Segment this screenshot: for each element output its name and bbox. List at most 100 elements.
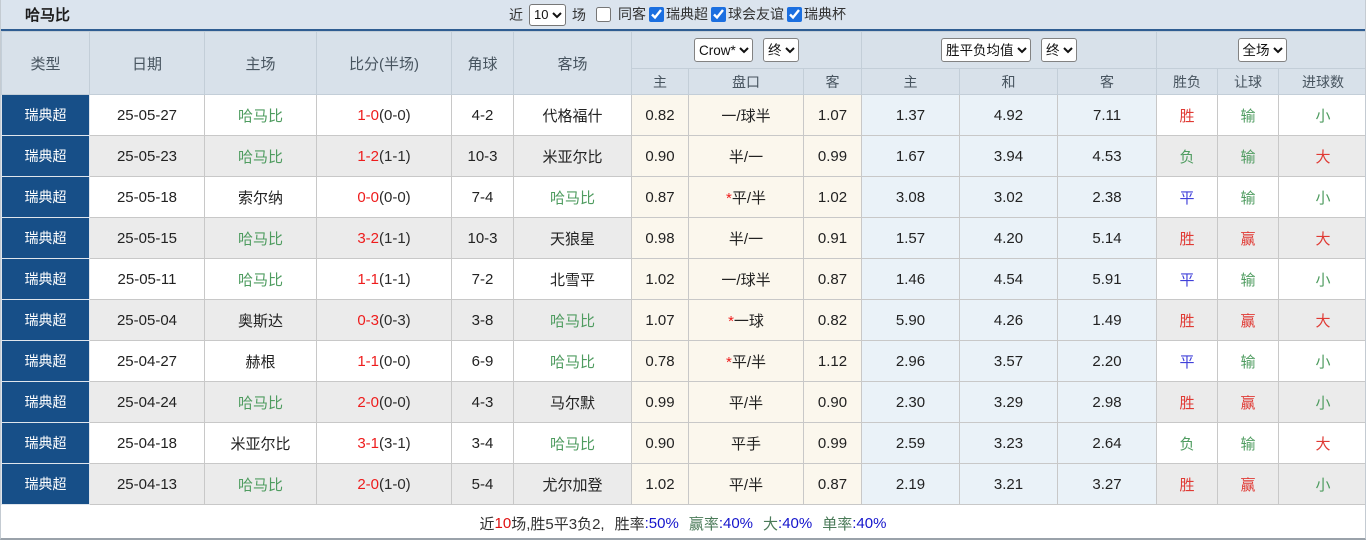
odds-home-cell: 1.02: [631, 463, 689, 505]
odds-home-cell: 1.02: [631, 258, 689, 300]
footer-segment: 大: [763, 515, 779, 533]
date-cell: 25-05-23: [89, 135, 205, 177]
date-cell: 25-05-04: [89, 299, 205, 341]
handicap-result-cell: 赢: [1217, 463, 1280, 505]
filter-checkbox[interactable]: [649, 6, 664, 22]
col-header-date: 日期: [89, 31, 205, 95]
handicap-result-cell: 赢: [1217, 217, 1280, 259]
filter-checkbox[interactable]: [711, 6, 726, 22]
result-cell: 平: [1156, 258, 1219, 300]
handicap-cell: 半/一: [688, 217, 804, 259]
away-team-cell: 代格福什: [513, 94, 632, 136]
filter-checkbox-label: 同客: [618, 6, 646, 23]
score-cell: 0-0(0-0): [316, 176, 452, 218]
mean-home-cell: 1.67: [861, 135, 961, 177]
footer-segment: 场,胜5平3负2,: [511, 515, 605, 533]
subcol-odds-home: 主: [631, 68, 689, 95]
goals-cell: 小: [1278, 176, 1365, 218]
mean-home-cell: 3.08: [861, 176, 961, 218]
corners-cell: 4-2: [451, 94, 514, 136]
result-cell: 胜: [1156, 463, 1219, 505]
odds-away-cell: 0.82: [802, 299, 863, 341]
odds-home-cell: 1.07: [631, 299, 689, 341]
matches-label: 场: [572, 6, 586, 23]
result-cell: 平: [1156, 340, 1219, 382]
home-team-cell: 哈马比: [204, 381, 317, 423]
odds-home-cell: 0.98: [631, 217, 689, 259]
odds-away-cell: 0.87: [802, 463, 863, 505]
recent-count-select[interactable]: 10: [529, 3, 566, 26]
odds-home-cell: 0.90: [631, 422, 689, 464]
summary-footer: 近 10 场,胜5平3负2, 胜率:50% 赢率:40% 大:40% 单率:40%: [1, 505, 1365, 538]
league-cell: 瑞典超: [1, 217, 90, 259]
footer-segment: 近: [479, 515, 495, 533]
footer-segment: 赢率: [688, 515, 719, 533]
filter-checkbox[interactable]: [787, 6, 802, 22]
odds-time-select[interactable]: 终: [763, 38, 800, 62]
goals-cell: 小: [1278, 463, 1365, 505]
filter-checkbox[interactable]: [596, 6, 611, 22]
corners-cell: 7-4: [451, 176, 514, 218]
handicap-result-cell: 赢: [1217, 381, 1280, 423]
home-team-cell: 哈马比: [204, 258, 317, 300]
goals-cell: 小: [1278, 381, 1365, 423]
page-title: 哈马比: [25, 7, 71, 24]
league-cell: 瑞典超: [1, 94, 90, 136]
subcol-result: 胜负: [1156, 68, 1219, 95]
handicap-cell: 一/球半: [688, 94, 804, 136]
home-team-cell: 米亚尔比: [204, 422, 317, 464]
filter-checkbox-item: 瑞典超: [649, 4, 708, 24]
goals-cell: 大: [1278, 217, 1365, 259]
table-row: 瑞典超 25-05-04 奥斯达 0-3(0-3) 3-8 哈马比 1.07 *一球 0.82 5…: [1, 299, 1365, 341]
league-cell: 瑞典超: [1, 258, 90, 300]
date-cell: 25-05-15: [89, 217, 205, 259]
odds-group-header: Crow* 终: [630, 31, 863, 69]
league-cell: 瑞典超: [1, 463, 90, 505]
mean-type-select[interactable]: 胜平负均值: [941, 38, 1032, 62]
mean-home-cell: 1.57: [861, 217, 961, 259]
table-row: 瑞典超 25-04-18 米亚尔比 3-1(3-1) 3-4 哈马比 0.90 平手 0.99 2…: [1, 422, 1365, 464]
goals-cell: 大: [1278, 135, 1365, 177]
odds-company-select[interactable]: Crow*: [694, 38, 754, 62]
mean-away-cell: 2.20: [1057, 340, 1158, 382]
mean-time-select[interactable]: 终: [1041, 38, 1078, 62]
mean-draw-cell: 3.23: [959, 422, 1059, 464]
period-select[interactable]: 全场: [1237, 38, 1287, 62]
odds-home-cell: 0.82: [631, 94, 689, 136]
date-cell: 25-05-18: [89, 176, 205, 218]
filter-checkbox-label: 球会友谊: [728, 6, 784, 23]
result-cell: 负: [1156, 135, 1219, 177]
goals-cell: 大: [1278, 422, 1365, 464]
mean-away-cell: 3.27: [1057, 463, 1158, 505]
handicap-cell: *一球: [688, 299, 804, 341]
odds-home-cell: 0.87: [631, 176, 689, 218]
subcol-mean-draw: 和: [959, 68, 1059, 95]
odds-home-cell: 0.90: [631, 135, 689, 177]
odds-away-cell: 0.90: [802, 381, 863, 423]
handicap-result-cell: 输: [1217, 422, 1280, 464]
odds-away-cell: 1.02: [802, 176, 863, 218]
subcol-goals: 进球数: [1278, 68, 1365, 95]
corners-cell: 5-4: [451, 463, 514, 505]
handicap-result-cell: 输: [1217, 176, 1280, 218]
mean-away-cell: 2.98: [1057, 381, 1158, 423]
footer-segment: 胜率: [614, 515, 645, 533]
table-row: 瑞典超 25-05-15 哈马比 3-2(1-1) 10-3 天狼星 0.98 半/一 0.91…: [1, 217, 1365, 259]
odds-away-cell: 0.99: [802, 135, 863, 177]
topbar: 哈马比 近 10 场 同客 瑞典超 球会友谊 瑞典杯: [1, 0, 1365, 31]
home-team-cell: 奥斯达: [204, 299, 317, 341]
handicap-cell: 平/半: [688, 463, 804, 505]
mean-away-cell: 4.53: [1057, 135, 1158, 177]
mean-draw-cell: 3.02: [959, 176, 1059, 218]
corners-cell: 3-4: [451, 422, 514, 464]
away-team-cell: 北雪平: [513, 258, 632, 300]
mean-away-cell: 5.91: [1057, 258, 1158, 300]
away-team-cell: 哈马比: [513, 299, 632, 341]
col-header-corners: 角球: [451, 31, 514, 95]
date-cell: 25-04-18: [89, 422, 205, 464]
goals-cell: 小: [1278, 94, 1365, 136]
mean-draw-cell: 3.94: [959, 135, 1059, 177]
handicap-cell: 平手: [688, 422, 804, 464]
home-team-cell: 赫根: [204, 340, 317, 382]
score-cell: 0-3(0-3): [316, 299, 452, 341]
